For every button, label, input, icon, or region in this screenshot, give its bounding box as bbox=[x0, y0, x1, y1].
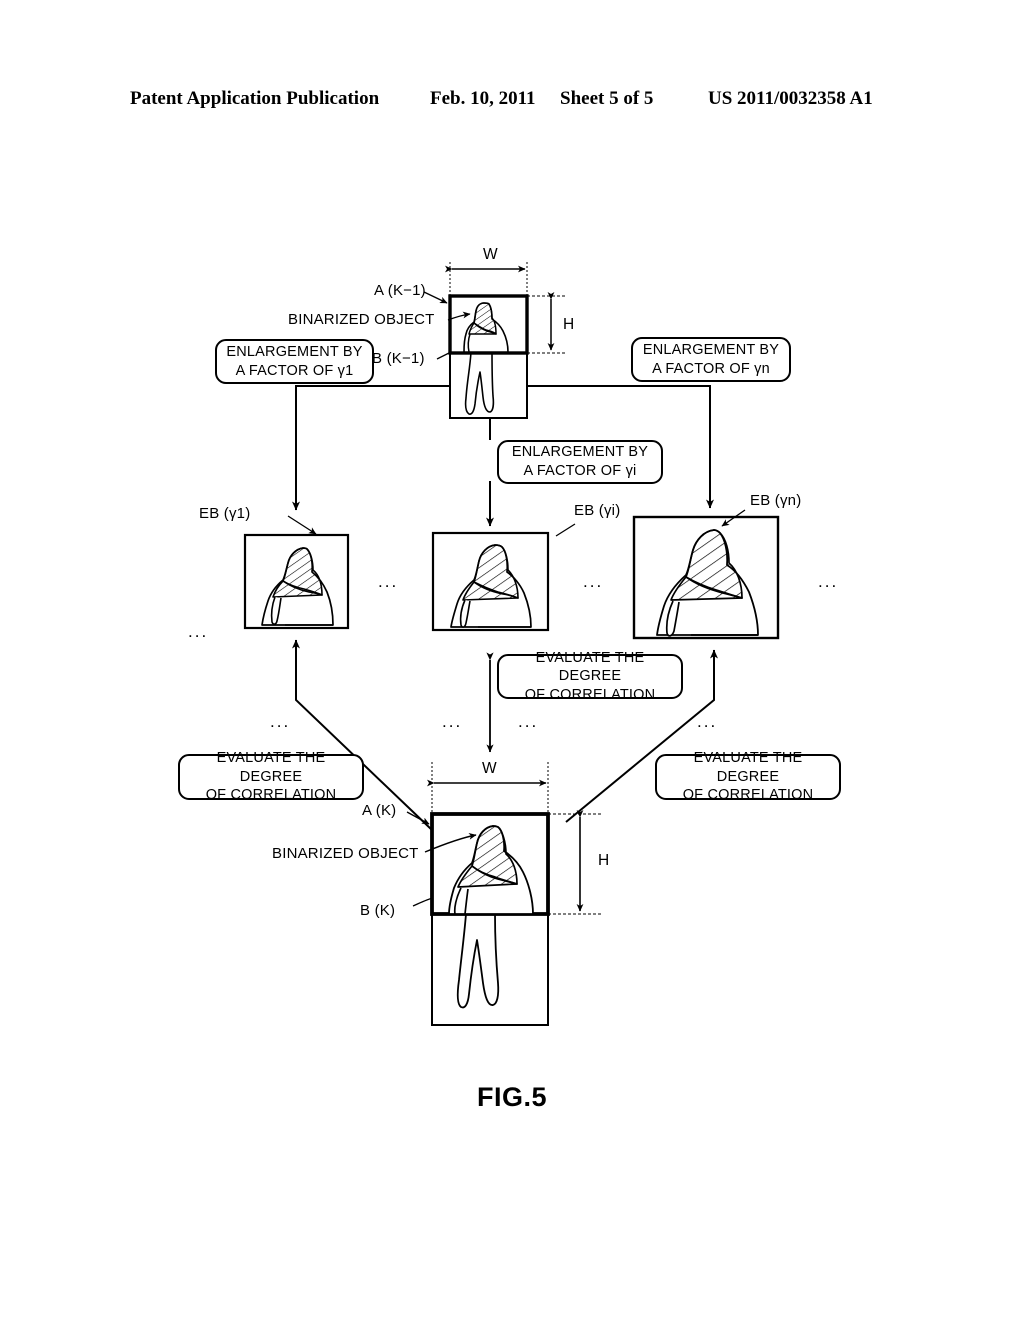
process-evaluate-right[interactable]: EVALUATE THE DEGREE OF CORRELATION bbox=[655, 750, 841, 803]
ellipsis-row-7: ... bbox=[518, 712, 539, 731]
dimension-width-top: W bbox=[483, 246, 498, 263]
eb-gammai-frame bbox=[431, 531, 550, 632]
label-eb-gamma-1: EB (γ1) bbox=[199, 505, 251, 522]
bottom-source-frames bbox=[430, 812, 550, 1026]
patent-figure-sheet: Patent Application Publication Feb. 10, … bbox=[0, 0, 1024, 1320]
ellipsis-row-4: ... bbox=[188, 622, 209, 641]
dimension-width-bottom: W bbox=[482, 760, 497, 777]
process-evaluate-center[interactable]: EVALUATE THE DEGREE OF CORRELATION bbox=[497, 650, 683, 703]
ellipsis-row-1: ... bbox=[378, 572, 399, 591]
arrow-enlarge-gamma1 bbox=[292, 385, 450, 511]
process-evaluate-left[interactable]: EVALUATE THE DEGREE OF CORRELATION bbox=[178, 750, 364, 803]
bottom-height-dimension bbox=[548, 810, 601, 915]
process-enlargement-gamma-n[interactable]: ENLARGEMENT BY A FACTOR OF γn bbox=[631, 337, 791, 382]
dimension-height-top: H bbox=[563, 316, 575, 333]
top-height-dimension bbox=[527, 292, 566, 354]
leader-eb-gamma1 bbox=[287, 515, 317, 535]
top-width-dimension bbox=[445, 262, 528, 300]
ellipsis-row-8: ... bbox=[697, 712, 718, 731]
eb-gamma1-frame bbox=[243, 533, 350, 630]
label-binarized-object-top: BINARIZED OBJECT bbox=[288, 311, 435, 328]
label-a-k: A (K) bbox=[362, 802, 397, 819]
ellipsis-row-6: ... bbox=[442, 712, 463, 731]
leader-eb-gammai bbox=[555, 523, 576, 537]
process-enlargement-gamma-i[interactable]: ENLARGEMENT BY A FACTOR OF γi bbox=[497, 440, 663, 484]
process-enlargement-gamma-1[interactable]: ENLARGEMENT BY A FACTOR OF γ1 bbox=[215, 339, 374, 384]
ellipsis-row-3: ... bbox=[818, 572, 839, 591]
label-b-k-minus-1: B (K−1) bbox=[372, 350, 425, 367]
label-a-k-minus-1: A (K−1) bbox=[374, 282, 426, 299]
label-eb-gamma-i: EB (γi) bbox=[574, 502, 621, 519]
top-source-frames bbox=[448, 294, 529, 419]
ellipsis-row-5: ... bbox=[270, 712, 291, 731]
eb-gamman-frame bbox=[632, 515, 780, 640]
dimension-height-bottom: H bbox=[598, 852, 610, 869]
label-binarized-object-bottom: BINARIZED OBJECT bbox=[272, 845, 419, 862]
figure-caption: FIG.5 bbox=[476, 1082, 547, 1112]
ellipsis-row-2: ... bbox=[583, 572, 604, 591]
label-b-k: B (K) bbox=[360, 902, 396, 919]
label-eb-gamma-n: EB (γn) bbox=[750, 492, 802, 509]
